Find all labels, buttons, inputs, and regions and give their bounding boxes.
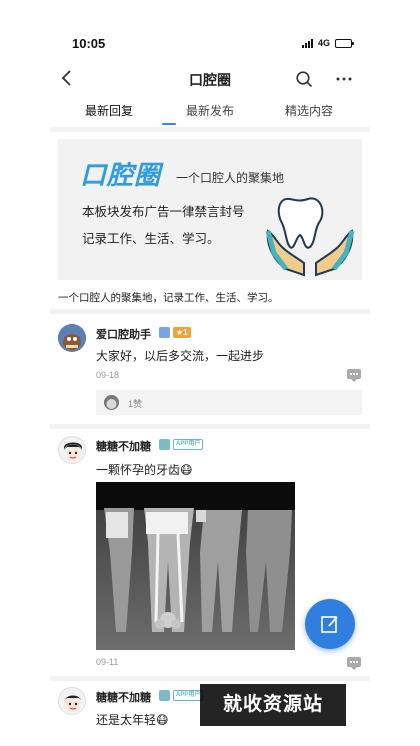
user-badge-icon [159, 439, 170, 450]
status-time: 10:05 [72, 36, 106, 51]
banner-logo: 口腔圈 [80, 160, 162, 190]
tab-latest-reply[interactable]: 最新回复 [85, 102, 133, 119]
verified-badge-icon [159, 327, 170, 338]
divider [50, 309, 370, 314]
tab-featured[interactable]: 精选内容 [285, 102, 333, 119]
banner-tagline: 一个口腔人的聚集地 [176, 171, 285, 185]
avatar[interactable] [58, 436, 86, 464]
compose-button[interactable] [305, 599, 355, 649]
author-name[interactable]: 爱口腔助手 [96, 326, 151, 342]
more-icon[interactable] [335, 70, 353, 88]
user-badge-icon [159, 690, 170, 701]
post-date: 09-11 [96, 657, 119, 667]
banner: 口腔圈 一个口腔人的聚集地 本板块发布广告一律禁言封号 记录工作、生活、学习。 [58, 139, 362, 280]
author-name[interactable]: 糖糖不加糖 [96, 689, 151, 705]
signal-icon [302, 38, 313, 48]
cartoon-avatar-icon [59, 437, 85, 463]
status-bar: 10:05 4G [0, 0, 420, 56]
post-text[interactable]: 大家好，以后多交流，一起进步 [96, 347, 264, 364]
likes-bar[interactable]: 1赞 [96, 390, 362, 415]
active-tab-indicator [162, 123, 176, 125]
banner-slogan: 记录工作、生活、学习。 [82, 232, 220, 246]
app-user-badge: APP用户 [173, 439, 204, 450]
tooth-in-hands-icon [265, 197, 355, 277]
dental-xray-image [96, 482, 295, 650]
reply-icon[interactable] [347, 657, 361, 670]
divider [50, 424, 370, 429]
post-date: 09-18 [96, 370, 120, 380]
tab-latest-post[interactable]: 最新发布 [186, 102, 234, 119]
avatar[interactable] [58, 324, 86, 352]
cartoon-avatar-icon [104, 395, 119, 410]
reply-icon[interactable] [347, 369, 361, 382]
edit-icon [321, 616, 338, 633]
post-text[interactable]: 还是太年轻😷 [96, 711, 169, 728]
divider [50, 127, 370, 132]
avatar[interactable] [58, 687, 86, 715]
cartoon-avatar-icon [58, 324, 86, 352]
post-image[interactable] [96, 482, 295, 650]
battery-icon [335, 38, 355, 48]
watermark: 就收资源站 [200, 684, 346, 726]
like-count: 1赞 [128, 399, 143, 409]
app-user-badge: APP用户 [173, 690, 204, 701]
banner-notice: 本板块发布广告一律禁言封号 [82, 205, 245, 219]
post-text[interactable]: 一颗怀孕的牙齿😷 [96, 461, 193, 478]
divider [50, 676, 370, 681]
liker-avatar [104, 395, 119, 410]
nav-bar: 口腔圈 [0, 60, 420, 96]
tab-bar: 最新回复 最新发布 精选内容 [58, 98, 362, 126]
page-title: 口腔圈 [189, 72, 231, 88]
network-type: 4G [318, 38, 331, 48]
circle-intro: 一个口腔人的聚集地，记录工作、生活、学习。 [58, 292, 279, 304]
status-indicators: 4G [302, 38, 355, 48]
search-icon[interactable] [295, 70, 313, 88]
cartoon-avatar-icon [59, 688, 85, 714]
level-badge: ★1 [173, 327, 191, 338]
author-name[interactable]: 糖糖不加糖 [96, 438, 151, 454]
